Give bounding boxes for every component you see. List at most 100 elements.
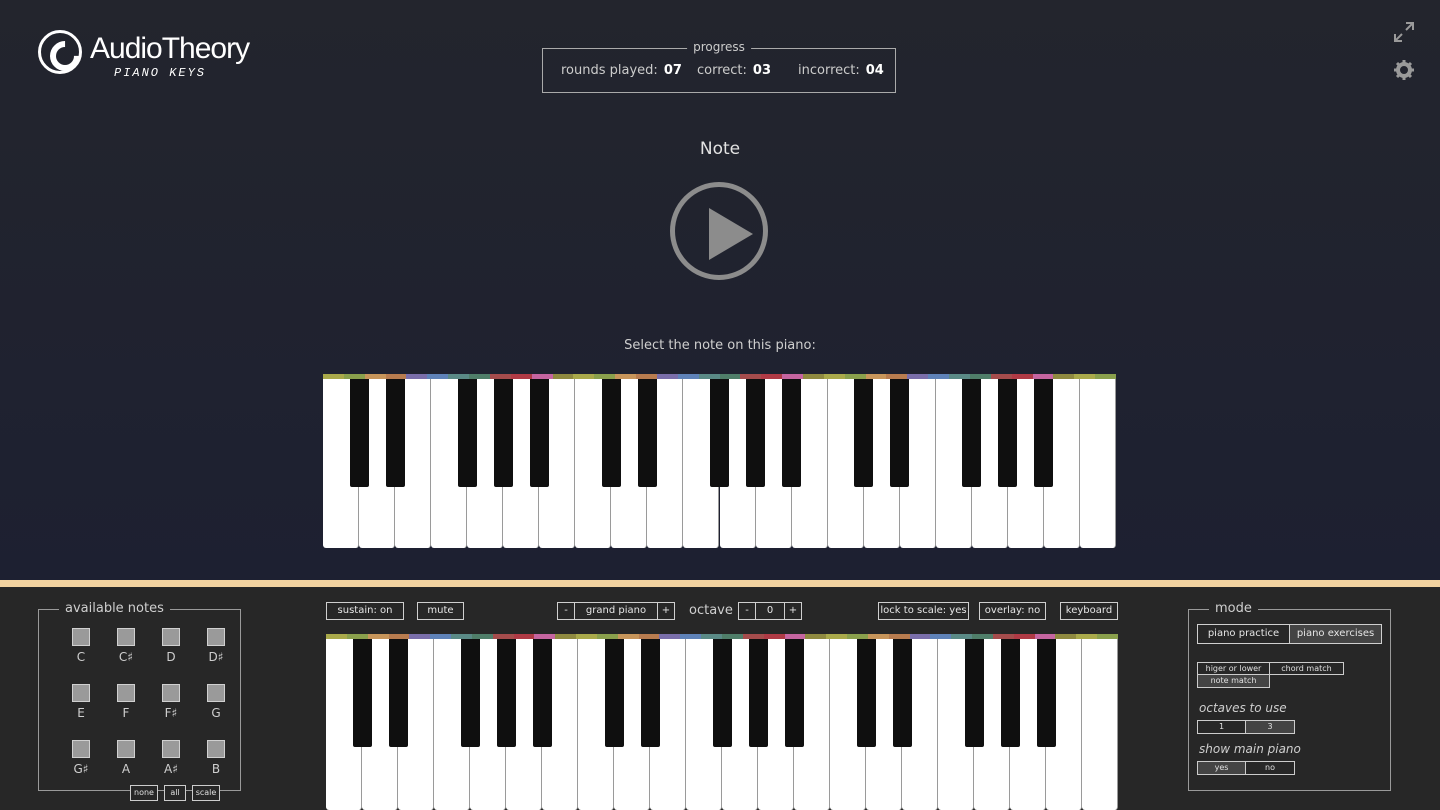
keyboard-button[interactable]: keyboard	[1060, 602, 1118, 620]
black-key[interactable]	[962, 379, 982, 487]
octave-increase-button[interactable]: +	[784, 602, 802, 620]
black-key[interactable]	[782, 379, 802, 487]
mode-title: mode	[1209, 601, 1258, 616]
white-key[interactable]	[1079, 379, 1116, 548]
note-label: F	[122, 706, 130, 720]
note-toggle[interactable]: D	[151, 628, 191, 664]
black-key[interactable]	[385, 379, 405, 487]
black-key[interactable]	[352, 639, 372, 747]
black-key[interactable]	[496, 639, 516, 747]
logo-icon	[38, 30, 82, 74]
black-key[interactable]	[457, 379, 477, 487]
black-key[interactable]	[349, 379, 369, 487]
black-key[interactable]	[748, 639, 768, 747]
note-toggle[interactable]: D♯	[196, 628, 236, 664]
main-piano	[323, 374, 1117, 548]
instruction-text: Select the note on this piano:	[624, 338, 816, 353]
sustain-button[interactable]: sustain: on	[326, 602, 404, 620]
instrument-prev-button[interactable]: -	[557, 602, 575, 620]
black-key[interactable]	[746, 379, 766, 487]
black-key[interactable]	[460, 639, 480, 747]
show-piano-no-button[interactable]: no	[1245, 761, 1295, 775]
note-label: C♯	[118, 650, 134, 664]
black-key[interactable]	[890, 379, 910, 487]
instrument-next-button[interactable]: +	[657, 602, 675, 620]
note-checkbox[interactable]	[162, 628, 180, 646]
note-checkbox[interactable]	[72, 740, 90, 758]
select-all-button[interactable]: all	[164, 785, 186, 801]
black-key[interactable]	[856, 639, 876, 747]
note-toggle[interactable]: A	[106, 740, 146, 776]
note-toggle[interactable]: F	[106, 684, 146, 720]
octaves-1-button[interactable]: 1	[1197, 720, 1246, 734]
rounds-value: 07	[663, 63, 682, 78]
note-checkbox[interactable]	[162, 740, 180, 758]
octave-value: 0	[755, 602, 785, 620]
show-main-piano-label: show main piano	[1199, 742, 1301, 756]
octaves-3-button[interactable]: 3	[1245, 720, 1295, 734]
correct-value: 03	[752, 63, 771, 78]
note-toggle[interactable]: G♯	[61, 740, 101, 776]
progress-box: progress rounds played: 07 correct: 03 inc…	[542, 40, 896, 93]
black-key[interactable]	[712, 639, 732, 747]
progress-title: progress	[687, 40, 751, 54]
show-piano-yes-button[interactable]: yes	[1197, 761, 1246, 775]
exercise-chord-match[interactable]: chord match	[1269, 662, 1344, 675]
note-toggle[interactable]: F♯	[151, 684, 191, 720]
note-label: E	[77, 706, 85, 720]
note-checkbox[interactable]	[72, 628, 90, 646]
note-toggle[interactable]: C	[61, 628, 101, 664]
note-checkbox[interactable]	[117, 684, 135, 702]
black-key[interactable]	[640, 639, 660, 747]
octaves-label: octaves to use	[1199, 701, 1287, 715]
black-key[interactable]	[1034, 379, 1054, 487]
note-checkbox[interactable]	[117, 740, 135, 758]
black-key[interactable]	[529, 379, 549, 487]
black-key[interactable]	[710, 379, 729, 487]
note-toggle[interactable]: G	[196, 684, 236, 720]
overlay-button[interactable]: overlay: no	[979, 602, 1046, 620]
note-checkbox[interactable]	[207, 740, 225, 758]
tab-piano-practice[interactable]: piano practice	[1197, 624, 1290, 644]
note-checkbox[interactable]	[117, 628, 135, 646]
black-key[interactable]	[1036, 639, 1056, 747]
note-label: D♯	[208, 650, 224, 664]
tab-piano-exercises[interactable]: piano exercises	[1289, 624, 1382, 644]
black-key[interactable]	[998, 379, 1018, 487]
note-toggle[interactable]: C♯	[106, 628, 146, 664]
note-checkbox[interactable]	[72, 684, 90, 702]
gear-icon[interactable]	[1393, 59, 1415, 81]
practice-piano	[326, 634, 1119, 810]
mute-button[interactable]: mute	[417, 602, 464, 620]
octave-decrease-button[interactable]: -	[738, 602, 756, 620]
black-key[interactable]	[892, 639, 912, 747]
expand-icon[interactable]	[1393, 21, 1415, 43]
correct-stat: correct: 03	[697, 63, 771, 78]
select-none-button[interactable]: none	[130, 785, 158, 801]
exercise-note-match[interactable]: note match	[1197, 674, 1270, 688]
black-key[interactable]	[388, 639, 408, 747]
white-key[interactable]	[1082, 639, 1118, 810]
black-key[interactable]	[493, 379, 513, 487]
note-toggle[interactable]: E	[61, 684, 101, 720]
note-checkbox[interactable]	[162, 684, 180, 702]
note-checkbox[interactable]	[207, 628, 225, 646]
instrument-select[interactable]: grand piano	[574, 602, 658, 620]
incorrect-label: incorrect:	[798, 63, 860, 78]
note-toggle[interactable]: B	[196, 740, 236, 776]
black-key[interactable]	[1000, 639, 1020, 747]
black-key[interactable]	[854, 379, 874, 487]
rounds-played-stat: rounds played: 07	[561, 63, 682, 78]
note-toggle[interactable]: A♯	[151, 740, 191, 776]
lock-to-scale-button[interactable]: lock to scale: yes	[878, 602, 969, 620]
black-key[interactable]	[604, 639, 624, 747]
black-key[interactable]	[637, 379, 657, 487]
black-key[interactable]	[964, 639, 984, 747]
note-checkbox[interactable]	[207, 684, 225, 702]
play-button[interactable]	[670, 182, 768, 280]
play-icon	[709, 208, 753, 260]
black-key[interactable]	[601, 379, 621, 487]
select-scale-button[interactable]: scale	[192, 785, 220, 801]
black-key[interactable]	[784, 639, 804, 747]
black-key[interactable]	[532, 639, 552, 747]
